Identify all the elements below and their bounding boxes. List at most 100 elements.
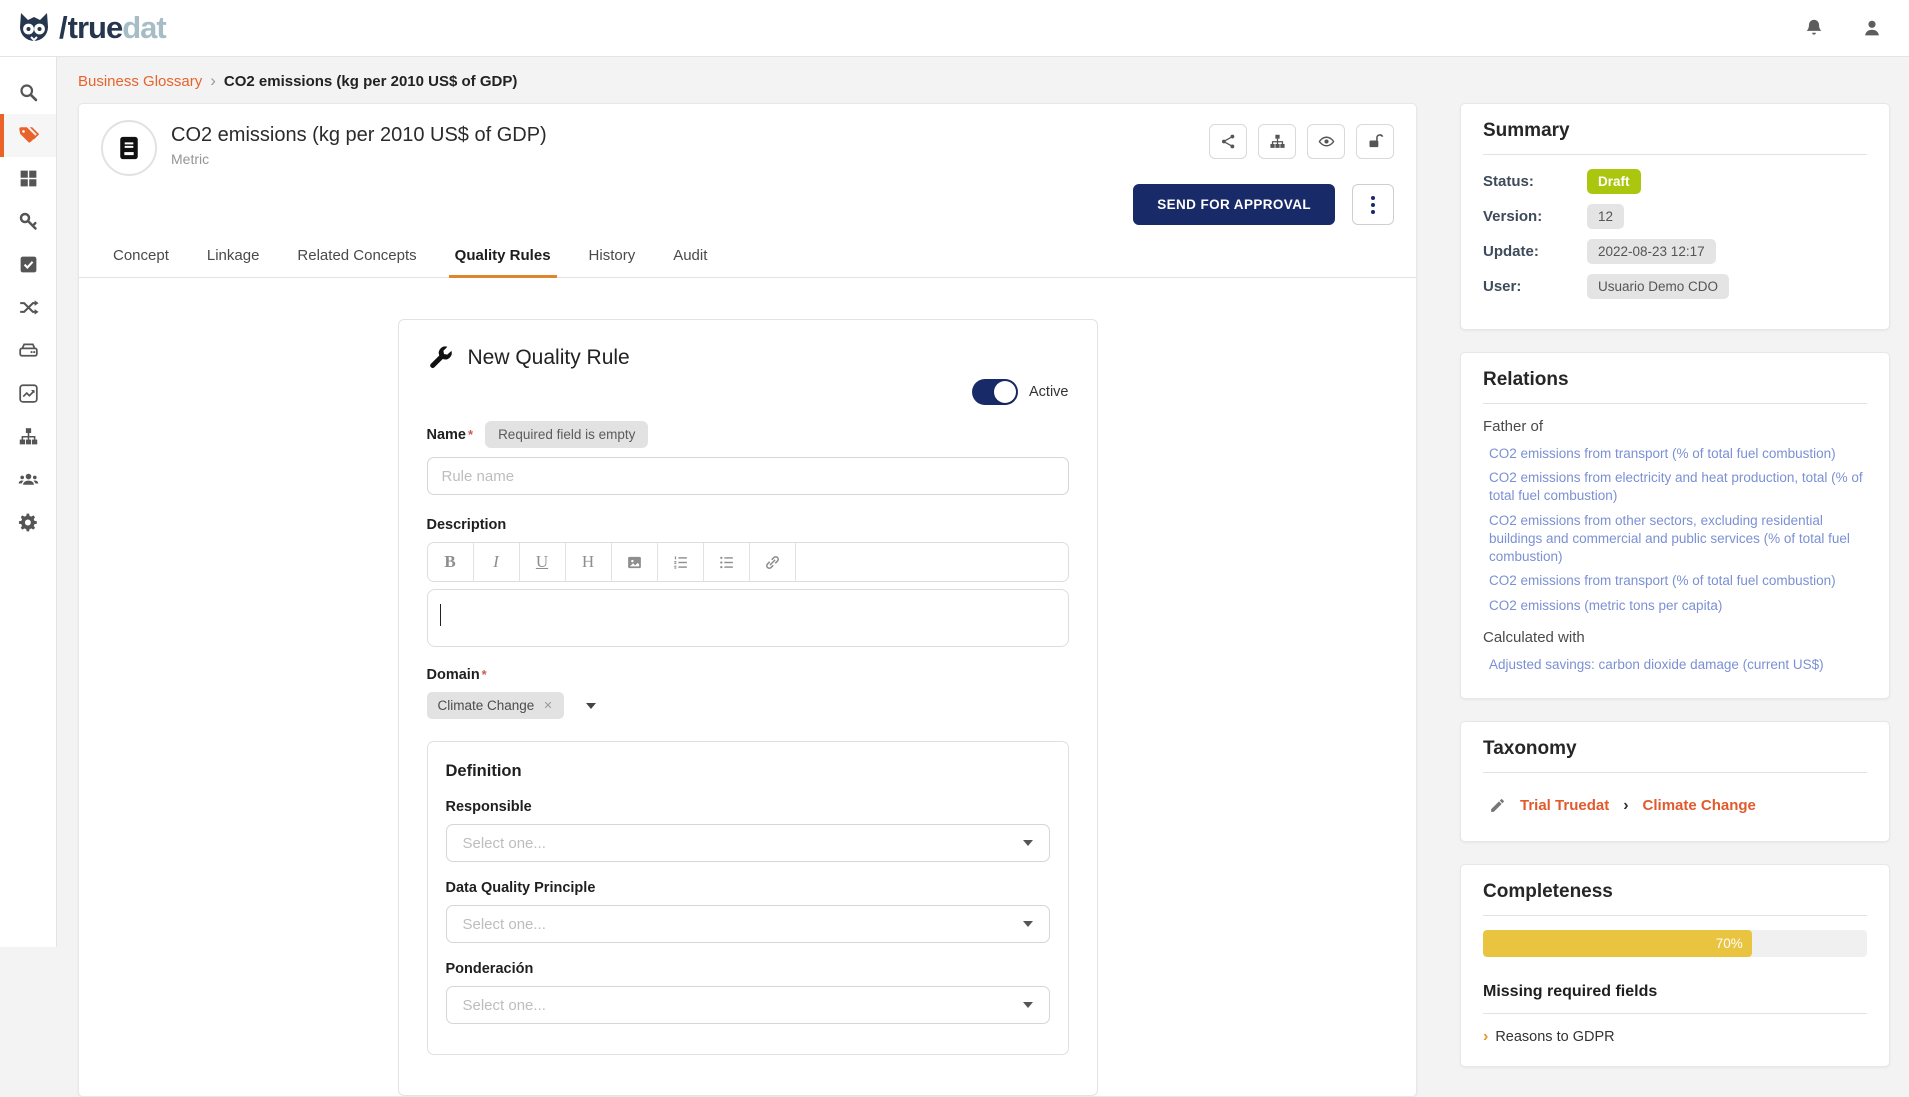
tags-icon [18,125,39,146]
more-options-button[interactable] [1352,184,1394,225]
tab-linkage[interactable]: Linkage [207,247,260,277]
sidebar-item-permissions[interactable] [0,200,56,243]
tab-audit[interactable]: Audit [673,247,707,277]
eye-icon [1318,133,1335,150]
summary-row-user: User: Usuario Demo CDO [1483,274,1867,299]
relation-link[interactable]: Adjusted savings: carbon dioxide damage … [1489,656,1867,674]
user-icon[interactable] [1861,17,1883,39]
check-square-icon [18,254,39,275]
search-icon [18,82,39,103]
bell-icon[interactable] [1803,17,1825,39]
sidebar-item-taxonomy[interactable] [0,415,56,458]
data-quality-principle-select[interactable]: Select one... [446,905,1050,943]
chevron-down-icon [1023,840,1033,846]
insert-link-button[interactable] [750,543,796,581]
truedat-logo[interactable]: /truedat [14,8,166,48]
italic-button[interactable]: I [474,543,520,581]
tab-quality-rules[interactable]: Quality Rules [455,247,551,277]
unordered-list-button[interactable] [704,543,750,581]
ponderacion-select[interactable]: Select one... [446,986,1050,1024]
relation-link[interactable]: CO2 emissions from other sectors, exclud… [1489,512,1867,567]
domain-field-label: Domain* [427,667,487,683]
main-content: Business Glossary › CO2 emissions (kg pe… [57,57,1909,1097]
relations-title: Relations [1483,369,1867,391]
tab-history[interactable]: History [589,247,636,277]
taxonomy-panel: Taxonomy Trial Truedat › Climate Change [1460,721,1890,842]
domain-chip[interactable]: Climate Change✕ [427,692,564,719]
sidebar-item-glossary[interactable] [0,114,56,157]
sidebar-item-data-structures[interactable] [0,329,56,372]
name-field-label: Name* [427,427,474,443]
active-toggle[interactable] [972,379,1018,405]
tab-concept[interactable]: Concept [113,247,169,277]
summary-row-update: Update: 2022-08-23 12:17 [1483,239,1867,264]
relation-link[interactable]: CO2 emissions from electricity and heat … [1489,469,1867,505]
validation-message: Required field is empty [485,421,648,448]
taxonomy-link-root[interactable]: Trial Truedat [1520,797,1609,814]
share-icon [1220,133,1237,150]
heading-button[interactable]: H [566,543,612,581]
kebab-icon [1371,196,1375,200]
definition-title: Definition [446,762,1050,781]
missing-fields-title: Missing required fields [1483,983,1867,1001]
sidebar-item-settings[interactable] [0,501,56,544]
breadcrumb-separator: › [210,71,216,91]
relation-link[interactable]: CO2 emissions from transport (% of total… [1489,572,1867,590]
left-sidebar [0,57,57,947]
right-sidebar: Summary Status: Draft Version: 12 Update… [1460,103,1890,1067]
sidebar-item-users[interactable] [0,458,56,501]
image-icon [626,554,643,571]
unordered-list-icon [718,554,735,571]
top-bar: /truedat [0,0,1909,57]
responsible-select[interactable]: Select one... [446,824,1050,862]
sidebar-item-analytics[interactable] [0,372,56,415]
chevron-down-icon [1023,1002,1033,1008]
relation-link[interactable]: CO2 emissions (metric tons per capita) [1489,597,1867,615]
chevron-down-icon [1023,921,1033,927]
taxonomy-link-domain[interactable]: Climate Change [1643,797,1756,814]
breadcrumb-current: CO2 emissions (kg per 2010 US$ of GDP) [224,73,517,90]
remove-chip-icon[interactable]: ✕ [543,699,552,712]
storage-icon [18,340,39,361]
sidebar-item-dashboards[interactable] [0,157,56,200]
completeness-title: Completeness [1483,881,1867,903]
active-toggle-label: Active [1029,384,1069,400]
domain-dropdown-caret[interactable] [586,703,596,709]
send-for-approval-button[interactable]: SEND FOR APPROVAL [1133,184,1335,225]
description-editor[interactable] [427,589,1069,647]
missing-field-item[interactable]: › Reasons to GDPR [1483,1028,1867,1046]
bold-button[interactable]: B [428,543,474,581]
pencil-icon[interactable] [1489,797,1506,814]
lock-button[interactable] [1356,124,1394,159]
insert-image-button[interactable] [612,543,658,581]
page-title: CO2 emissions (kg per 2010 US$ of GDP) [171,124,547,147]
link-icon [764,554,781,571]
definition-section: Definition Responsible Select one... Dat… [427,741,1069,1055]
form-title: New Quality Rule [468,346,630,370]
tab-related-concepts[interactable]: Related Concepts [297,247,416,277]
sidebar-item-search[interactable] [0,71,56,114]
sidebar-item-lineage[interactable] [0,286,56,329]
chevron-right-icon: › [1483,1028,1488,1046]
data-quality-principle-label: Data Quality Principle [446,880,1050,896]
share-button[interactable] [1209,124,1247,159]
relation-link[interactable]: CO2 emissions from transport (% of total… [1489,445,1867,463]
book-icon [115,134,143,162]
taxonomy-title: Taxonomy [1483,738,1867,760]
version-badge: 12 [1587,204,1624,229]
wrench-icon [427,344,454,371]
underline-button[interactable]: U [520,543,566,581]
toolbar-spacer [796,543,1068,581]
sidebar-item-quality[interactable] [0,243,56,286]
rule-name-input[interactable] [427,457,1069,495]
sitemap-icon [1269,133,1286,150]
structure-button[interactable] [1258,124,1296,159]
grid-icon [18,168,39,189]
chart-line-icon [18,383,39,404]
summary-panel: Summary Status: Draft Version: 12 Update… [1460,103,1890,330]
ordered-list-button[interactable] [658,543,704,581]
watch-button[interactable] [1307,124,1345,159]
ponderacion-label: Ponderación [446,961,1050,977]
breadcrumb-business-glossary[interactable]: Business Glossary [78,73,202,90]
summary-row-version: Version: 12 [1483,204,1867,229]
